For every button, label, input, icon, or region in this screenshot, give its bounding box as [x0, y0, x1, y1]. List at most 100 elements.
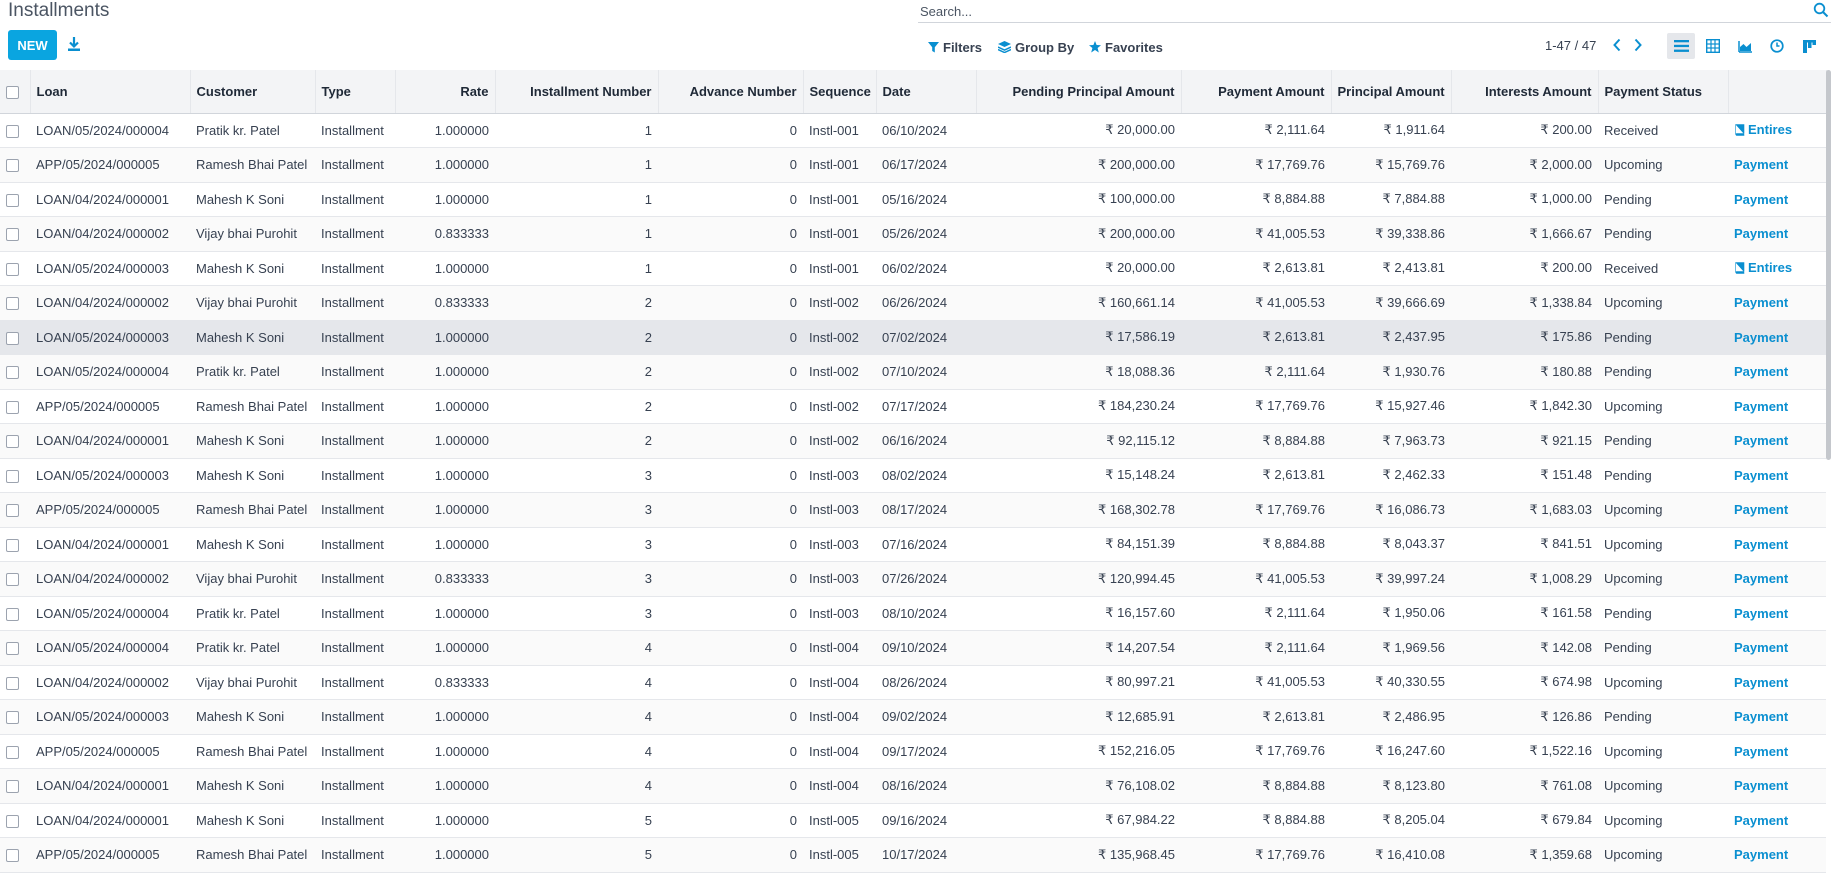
group-by-button[interactable]: Group By	[998, 38, 1074, 56]
row-checkbox[interactable]	[6, 780, 19, 794]
select-all-header[interactable]	[0, 70, 31, 114]
table-row[interactable]: LOAN/04/2024/000001 Mahesh K Soni Installm…	[0, 527, 1826, 562]
payment-button[interactable]: Payment	[1734, 157, 1788, 172]
new-button[interactable]: NEW	[8, 30, 57, 60]
payment-button[interactable]: Payment	[1734, 709, 1788, 724]
column-header-sequence[interactable]: Sequence	[803, 70, 877, 114]
row-select-cell[interactable]	[0, 527, 30, 562]
row-checkbox[interactable]	[6, 814, 19, 828]
row-select-cell[interactable]	[0, 355, 30, 390]
payment-button[interactable]: Payment	[1734, 675, 1788, 690]
row-select-cell[interactable]	[0, 389, 30, 424]
payment-button[interactable]: Payment	[1734, 226, 1788, 241]
row-checkbox[interactable]	[6, 366, 19, 380]
row-select-cell[interactable]	[0, 217, 30, 252]
pager-value[interactable]: 1-47 / 47	[1545, 38, 1596, 53]
table-row[interactable]: LOAN/05/2024/000004 Pratik kr. Patel Insta…	[0, 630, 1826, 665]
table-row[interactable]: APP/05/2024/000005 Ramesh Bhai Patel Insta…	[0, 389, 1826, 424]
column-header-rate[interactable]: Rate	[395, 70, 496, 114]
row-select-cell[interactable]	[0, 493, 30, 528]
payment-button[interactable]: Payment	[1734, 433, 1788, 448]
table-row[interactable]: APP/05/2024/000005 Ramesh Bhai Patel Insta…	[0, 837, 1826, 873]
payment-button[interactable]: Payment	[1734, 606, 1788, 621]
row-checkbox[interactable]	[6, 228, 19, 242]
table-row[interactable]: LOAN/05/2024/000004 Pratik kr. Patel Insta…	[0, 354, 1826, 390]
table-row[interactable]: APP/05/2024/000005 Ramesh Bhai Patel Insta…	[0, 147, 1826, 183]
payment-button[interactable]: Payment	[1734, 399, 1788, 414]
favorites-button[interactable]: Favorites	[1089, 38, 1163, 56]
payment-button[interactable]: Payment	[1734, 744, 1788, 759]
table-row[interactable]: LOAN/05/2024/000003 Mahesh K Soni Installm…	[0, 699, 1826, 735]
row-select-cell[interactable]	[0, 458, 30, 493]
row-select-cell[interactable]	[0, 251, 30, 286]
chevron-right-icon[interactable]	[1633, 38, 1643, 52]
search-icon[interactable]	[1813, 2, 1829, 18]
row-checkbox[interactable]	[6, 607, 19, 621]
row-select-cell[interactable]	[0, 838, 30, 873]
row-checkbox[interactable]	[6, 849, 19, 863]
payment-button[interactable]: Payment	[1734, 778, 1788, 793]
row-checkbox[interactable]	[6, 676, 19, 690]
row-checkbox[interactable]	[6, 159, 19, 173]
kanban-view-button[interactable]	[1795, 33, 1823, 59]
column-header-interests-amount[interactable]: Interests Amount	[1451, 70, 1599, 114]
row-select-cell[interactable]	[0, 148, 30, 183]
payment-button[interactable]: Payment	[1734, 537, 1788, 552]
list-view-button[interactable]	[1667, 33, 1695, 59]
row-select-cell[interactable]	[0, 803, 30, 838]
row-select-cell[interactable]	[0, 182, 30, 217]
row-checkbox[interactable]	[6, 711, 19, 725]
payment-button[interactable]: Payment	[1734, 468, 1788, 483]
table-row[interactable]: APP/05/2024/000005 Ramesh Bhai Patel Insta…	[0, 734, 1826, 769]
table-row[interactable]: LOAN/05/2024/000003 Mahesh K Soni Installm…	[0, 320, 1826, 355]
row-checkbox[interactable]	[6, 400, 19, 414]
row-checkbox[interactable]	[6, 193, 19, 207]
payment-button[interactable]: Payment	[1734, 571, 1788, 586]
row-checkbox[interactable]	[6, 573, 19, 587]
graph-view-button[interactable]	[1731, 33, 1759, 59]
table-row[interactable]: LOAN/04/2024/000001 Mahesh K Soni Installm…	[0, 768, 1826, 804]
table-row[interactable]: LOAN/05/2024/000004 Pratik kr. Patel Insta…	[0, 596, 1826, 631]
column-header-pending-principal[interactable]: Pending Principal Amount	[976, 70, 1182, 114]
column-header-advance-number[interactable]: Advance Number	[658, 70, 804, 114]
row-select-cell[interactable]	[0, 424, 30, 459]
payment-button[interactable]: Payment	[1734, 813, 1788, 828]
table-row[interactable]: LOAN/04/2024/000001 Mahesh K Soni Installm…	[0, 423, 1826, 459]
row-select-cell[interactable]	[0, 286, 30, 321]
payment-button[interactable]: Payment	[1734, 364, 1788, 379]
entries-button[interactable]: Entires	[1734, 260, 1792, 275]
row-checkbox[interactable]	[6, 331, 19, 345]
payment-button[interactable]: Payment	[1734, 847, 1788, 862]
table-row[interactable]: LOAN/04/2024/000002 Vijay bhai Purohit Ins…	[0, 561, 1826, 596]
activity-view-button[interactable]	[1763, 33, 1791, 59]
row-select-cell[interactable]	[0, 734, 30, 769]
select-all-checkbox[interactable]	[6, 85, 19, 99]
row-select-cell[interactable]	[0, 769, 30, 804]
row-select-cell[interactable]	[0, 665, 30, 700]
table-row[interactable]: APP/05/2024/000005 Ramesh Bhai Patel Insta…	[0, 492, 1826, 528]
row-select-cell[interactable]	[0, 320, 30, 355]
payment-button[interactable]: Payment	[1734, 295, 1788, 310]
column-header-customer[interactable]: Customer	[190, 70, 316, 114]
column-header-principal-amount[interactable]: Principal Amount	[1331, 70, 1452, 114]
payment-button[interactable]: Payment	[1734, 640, 1788, 655]
chevron-left-icon[interactable]	[1612, 38, 1622, 52]
row-checkbox[interactable]	[6, 297, 19, 311]
table-row[interactable]: LOAN/04/2024/000002 Vijay bhai Purohit Ins…	[0, 285, 1826, 321]
column-header-date[interactable]: Date	[876, 70, 977, 114]
filters-button[interactable]: Filters	[928, 38, 982, 56]
row-checkbox[interactable]	[6, 262, 19, 276]
row-select-cell[interactable]	[0, 700, 30, 735]
column-header-type[interactable]: Type	[315, 70, 396, 114]
payment-button[interactable]: Payment	[1734, 502, 1788, 517]
table-row[interactable]: LOAN/04/2024/000002 Vijay bhai Purohit Ins…	[0, 665, 1826, 700]
row-checkbox[interactable]	[6, 504, 19, 518]
row-checkbox[interactable]	[6, 469, 19, 483]
row-select-cell[interactable]	[0, 596, 30, 631]
row-checkbox[interactable]	[6, 435, 19, 449]
table-row[interactable]: LOAN/04/2024/000002 Vijay bhai Purohit Ins…	[0, 216, 1826, 252]
table-row[interactable]: LOAN/04/2024/000001 Mahesh K Soni Installm…	[0, 182, 1826, 217]
row-checkbox[interactable]	[6, 124, 19, 138]
table-row[interactable]: LOAN/05/2024/000003 Mahesh K Soni Installm…	[0, 458, 1826, 493]
row-select-cell[interactable]	[0, 113, 30, 148]
